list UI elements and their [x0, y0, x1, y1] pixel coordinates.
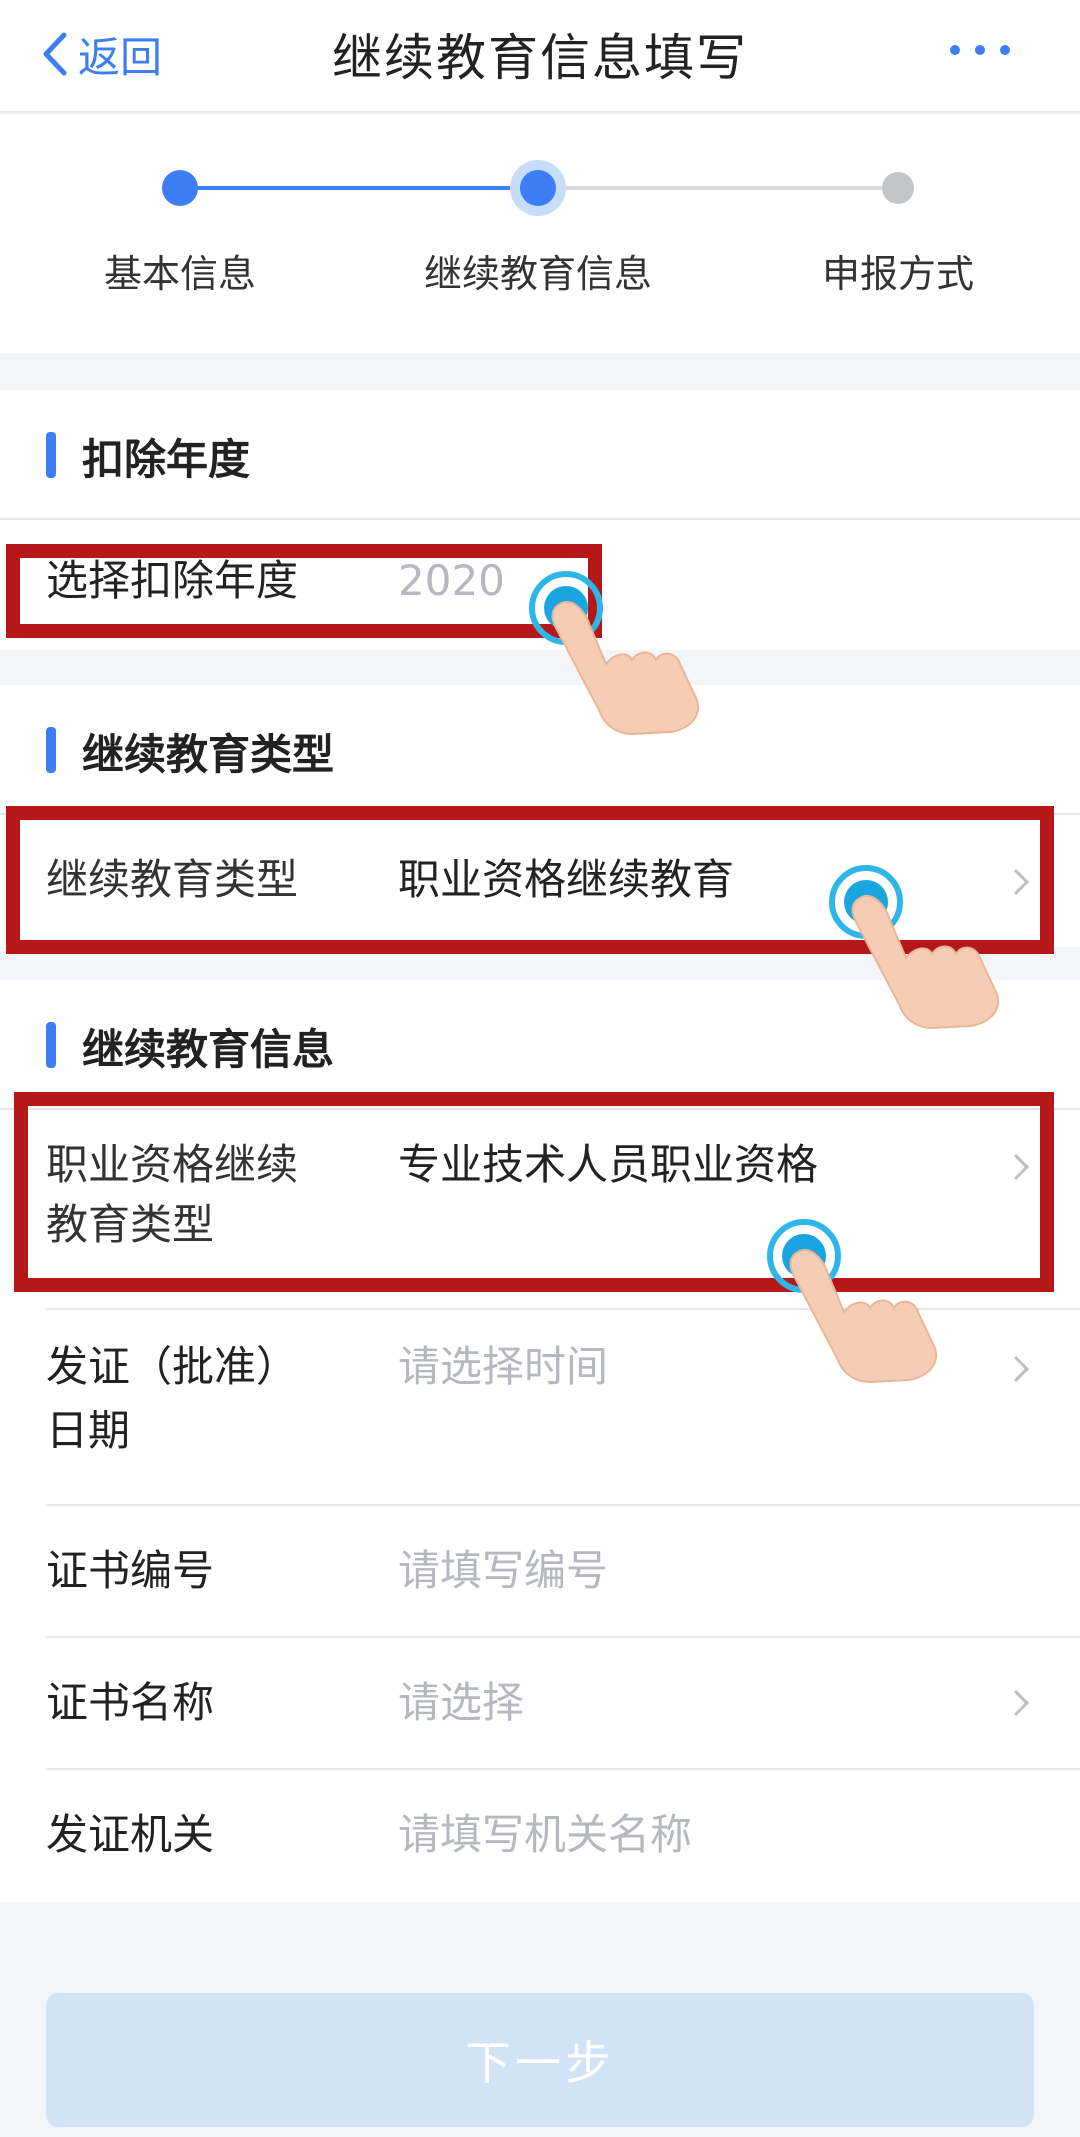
more-icon[interactable] — [950, 30, 1010, 70]
section-marker — [46, 727, 56, 773]
section-title-year: 扣除年度 — [82, 435, 251, 484]
row-certificate-number[interactable]: 证书编号 请填写编号 — [0, 1506, 1080, 1636]
section-title-type: 继续教育类型 — [82, 730, 335, 779]
pointing-hand-icon — [820, 862, 1020, 1036]
certificate-number-input[interactable]: 请填写编号 — [398, 1540, 608, 1602]
label-certificate-name: 证书名称 — [46, 1678, 215, 1727]
pointing-hand-icon — [758, 1216, 958, 1390]
label-certificate-number: 证书编号 — [46, 1546, 215, 1595]
issuing-authority-input[interactable]: 请填写机关名称 — [398, 1804, 692, 1866]
step-dot-declare — [882, 172, 914, 204]
back-label: 返回 — [78, 32, 163, 82]
chevron-right-icon — [1013, 1355, 1030, 1383]
chevron-left-icon — [43, 32, 67, 76]
section-marker — [46, 432, 56, 478]
row-issuing-authority[interactable]: 发证机关 请填写机关名称 — [0, 1770, 1080, 1902]
label-issuing-authority: 发证机关 — [46, 1810, 215, 1859]
step-dot-education — [520, 170, 556, 206]
step-label-education: 继续教育信息 — [423, 252, 652, 296]
step-line-pending — [538, 186, 898, 190]
step-label-basic: 基本信息 — [103, 252, 256, 296]
progress-stepper: 基本信息 继续教育信息 申报方式 — [0, 115, 1080, 353]
section-marker — [46, 1022, 56, 1068]
step-label-declare: 申报方式 — [821, 252, 974, 296]
step-dot-basic — [162, 170, 198, 206]
section-title-info: 继续教育信息 — [82, 1025, 335, 1074]
label-issue-date-l2: 日期 — [46, 1406, 131, 1455]
issue-date-placeholder: 请选择时间 — [398, 1342, 609, 1391]
pointing-hand-icon — [520, 568, 720, 742]
label-issue-date-l1: 发证（批准） — [46, 1342, 299, 1391]
row-certificate-name[interactable]: 证书名称 请选择 — [0, 1638, 1080, 1768]
highlight-box-year — [6, 544, 602, 638]
back-button[interactable]: 返回 — [40, 24, 162, 84]
step-line-done — [180, 186, 538, 190]
next-step-button[interactable]: 下一步 — [46, 1993, 1034, 2127]
chevron-right-icon — [1013, 1689, 1030, 1717]
certificate-name-placeholder: 请选择 — [398, 1678, 525, 1727]
